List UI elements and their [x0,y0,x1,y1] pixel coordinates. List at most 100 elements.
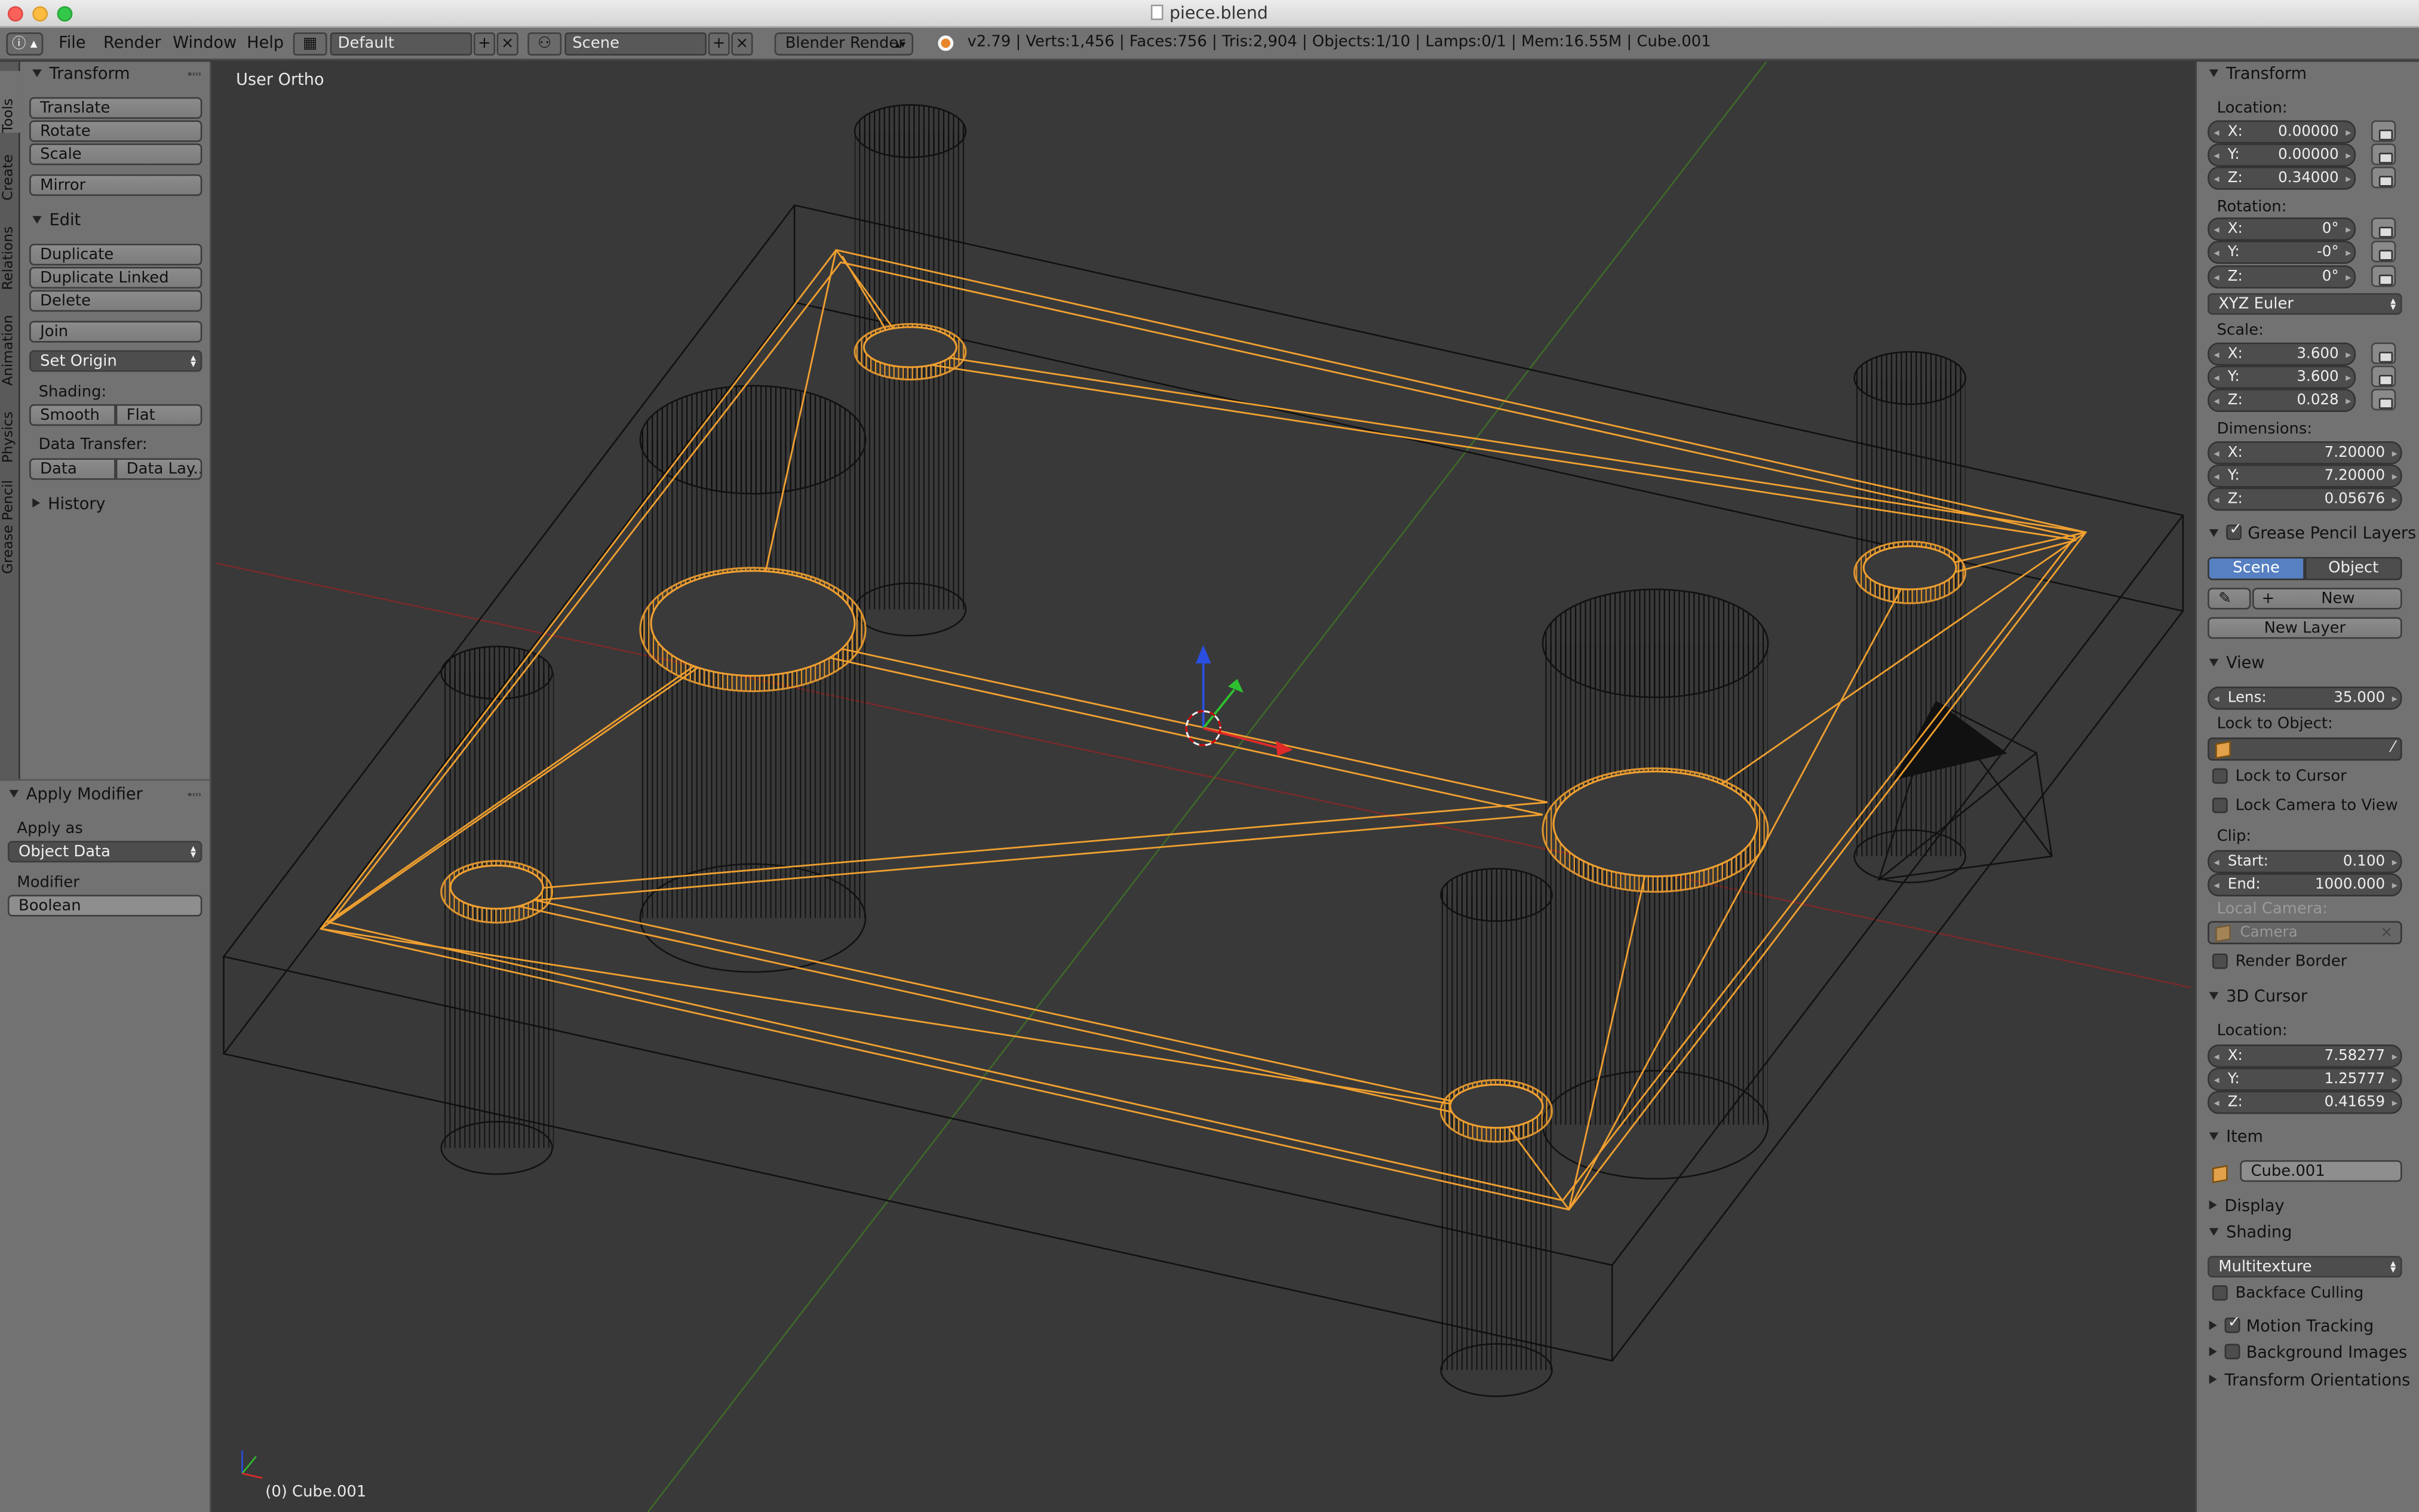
gp-scene-tab[interactable]: Scene [2208,557,2305,580]
tab-tools[interactable]: Tools [0,70,20,133]
clip-end-field[interactable]: ◂ End: 1000.000 ▸ [2208,873,2402,897]
location-y-field[interactable]: ◂ Y: 0.00000 ▸ [2208,143,2356,167]
shading-mode-dropdown[interactable]: Multitexture ▴ ▾ [2208,1256,2402,1278]
flat-button[interactable]: Flat [115,404,202,426]
smooth-button[interactable]: Smooth [29,404,116,426]
lock-to-object-field[interactable]: ⁄ [2208,737,2402,761]
lock-icon[interactable] [2371,167,2396,189]
set-origin-dropdown[interactable]: Set Origin ▴ ▾ [29,350,202,372]
dimension-y-field[interactable]: ◂ Y: 7.20000 ▸ [2208,464,2402,488]
lens-field[interactable]: ◂ Lens: 35.000 ▸ [2208,686,2402,710]
drag-handle-icon[interactable] [188,793,201,797]
new-layer-button[interactable]: New Layer [2208,617,2402,639]
decrement-icon: ◂ [2214,395,2220,408]
view-panel-header[interactable]: View [2209,654,2264,672]
rotation-x-field[interactable]: ◂ X: 0° ▸ [2208,217,2356,241]
cursor-x-field[interactable]: ◂ X: 7.58277 ▸ [2208,1044,2402,1068]
mirror-button[interactable]: Mirror [29,174,202,196]
apply-modifier-header[interactable]: Apply Modifier [9,785,143,804]
transform-manipulator[interactable] [1195,644,1293,757]
history-panel-header[interactable]: History [32,495,106,514]
scale-y-field[interactable]: ◂ Y: 3.600 ▸ [2208,365,2356,389]
background-images-checkbox[interactable] [2224,1344,2240,1360]
location-x-field[interactable]: ◂ X: 0.00000 ▸ [2208,120,2356,144]
cursor-y-field[interactable]: ◂ Y: 1.25777 ▸ [2208,1067,2402,1091]
duplicate-linked-button[interactable]: Duplicate Linked [29,266,202,289]
rotate-button[interactable]: Rotate [29,120,202,142]
object-name-field[interactable]: Cube.001 [2240,1160,2402,1182]
scene-icon[interactable]: ⚇ [527,32,562,56]
transform-panel-header[interactable]: Transform [32,65,130,84]
scene-field[interactable]: Scene [564,32,707,56]
lock-icon[interactable] [2371,342,2396,364]
backface-culling-checkbox[interactable] [2212,1285,2228,1301]
grease-pencil-panel-header[interactable]: Grease Pencil Layers [2209,521,2416,543]
motion-tracking-checkbox[interactable] [2224,1314,2240,1333]
lock-icon[interactable] [2371,365,2396,388]
clip-start-field[interactable]: ◂ Start: 0.100 ▸ [2208,850,2402,874]
scale-button[interactable]: Scale [29,143,202,165]
lock-icon[interactable] [2371,143,2396,165]
modifier-field[interactable]: Boolean [7,895,202,917]
lock-to-cursor-checkbox[interactable] [2212,768,2228,784]
dimension-z-field[interactable]: ◂ Z: 0.05676 ▸ [2208,487,2402,511]
3d-viewport[interactable]: User Ortho (0) Cube.001 [213,62,2196,1512]
join-button[interactable]: Join [29,321,202,343]
remove-scene-icon[interactable]: × [731,32,753,56]
3d-cursor-panel-header[interactable]: 3D Cursor [2209,988,2307,1006]
render-engine-select[interactable]: Blender Render ▴▾ [774,32,914,56]
lock-icon[interactable] [2371,389,2396,411]
tab-grease-pencil[interactable]: Grease Pencil [0,466,20,574]
grease-pencil-checkbox[interactable] [2226,521,2242,540]
menu-help[interactable]: Help [247,34,284,53]
dimension-x-field[interactable]: ◂ X: 7.20000 ▸ [2208,441,2402,465]
edit-panel-header[interactable]: Edit [32,211,81,230]
drag-handle-icon[interactable] [188,72,201,76]
viewport-canvas[interactable] [213,62,2195,1512]
lock-icon[interactable] [2371,241,2396,263]
menu-window[interactable]: Window [173,34,237,53]
gp-object-tab[interactable]: Object [2304,557,2402,580]
data-button[interactable]: Data [29,458,116,480]
gp-new-button[interactable]: + New [2252,588,2402,610]
location-z-field[interactable]: ◂ Z: 0.34000 ▸ [2208,167,2356,190]
tab-create[interactable]: Create [0,136,20,201]
tab-physics[interactable]: Physics [0,389,20,463]
display-panel-header[interactable]: Display [2209,1197,2285,1216]
layout-field[interactable]: Default [330,32,472,56]
add-layout-icon[interactable]: + [473,32,496,56]
delete-button[interactable]: Delete [29,290,202,312]
lock-icon[interactable] [2371,120,2396,142]
rotation-y-field[interactable]: ◂ Y: -0° ▸ [2208,241,2356,264]
transform-panel-header[interactable]: Transform [2209,65,2307,84]
menu-render[interactable]: Render [103,34,161,53]
translate-button[interactable]: Translate [29,97,202,119]
increment-icon: ▸ [2392,493,2397,506]
apply-as-dropdown[interactable]: Object Data ▴ ▾ [7,841,202,863]
menu-file[interactable]: File [59,34,85,53]
scale-z-field[interactable]: ◂ Z: 0.028 ▸ [2208,389,2356,412]
background-images-panel-header[interactable]: Background Images [2209,1344,2407,1362]
cursor-z-field[interactable]: ◂ Z: 0.41659 ▸ [2208,1090,2402,1114]
scale-x-field[interactable]: ◂ X: 3.600 ▸ [2208,342,2356,366]
lock-icon[interactable] [2371,265,2396,287]
rotation-z-field[interactable]: ◂ Z: 0° ▸ [2208,265,2356,289]
lock-camera-to-view-checkbox[interactable] [2212,797,2228,813]
shading-panel-header[interactable]: Shading [2209,1224,2292,1242]
rotation-mode-dropdown[interactable]: XYZ Euler ▴ ▾ [2208,293,2402,315]
data-layers-button[interactable]: Data Lay... [115,458,202,480]
editor-type-button[interactable]: ⓘ ▴ [6,32,44,56]
item-panel-header[interactable]: Item [2209,1128,2263,1147]
layout-icon[interactable]: ▦ [293,32,327,56]
add-scene-icon[interactable]: + [708,32,730,56]
duplicate-button[interactable]: Duplicate [29,244,202,266]
eyedropper-icon[interactable]: ⁄ [2392,737,2395,759]
lock-icon[interactable] [2371,217,2396,239]
render-border-checkbox[interactable] [2212,953,2228,969]
tab-relations[interactable]: Relations [0,204,20,290]
pencil-icon[interactable]: ✎ [2208,588,2251,610]
transform-orientations-panel-header[interactable]: Transform Orientations [2209,1372,2410,1390]
motion-tracking-panel-header[interactable]: Motion Tracking [2209,1314,2374,1336]
remove-layout-icon[interactable]: × [496,32,518,56]
tab-animation[interactable]: Animation [0,293,20,386]
